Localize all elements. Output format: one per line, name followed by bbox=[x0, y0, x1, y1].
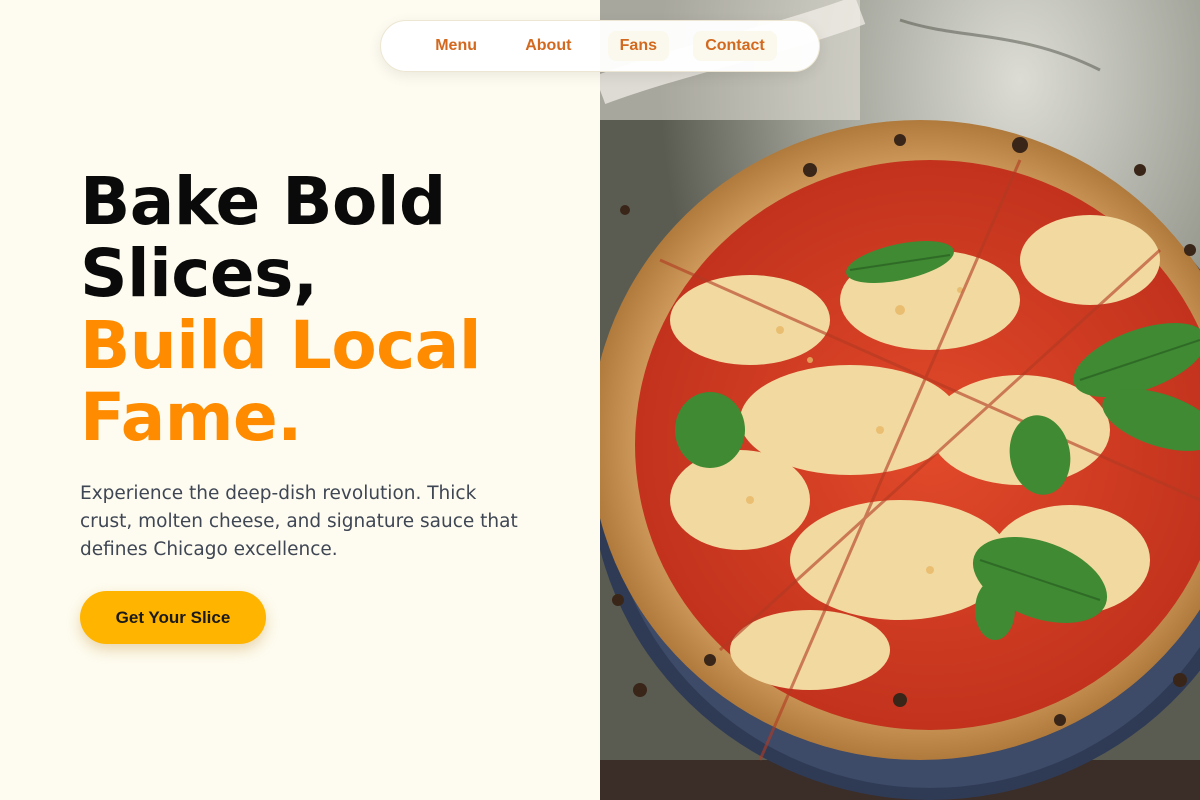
top-navigation: Menu About Fans Contact bbox=[380, 20, 820, 72]
hero-description: Experience the deep-dish revolution. Thi… bbox=[80, 483, 518, 560]
nav-link-fans[interactable]: Fans bbox=[607, 31, 669, 61]
hero-image-panel bbox=[600, 0, 1200, 800]
nav-link-contact[interactable]: Contact bbox=[693, 31, 777, 61]
hero-title: Bake Bold Slices, Build Local Fame. bbox=[80, 166, 481, 454]
hero-title-line-3: Build Local bbox=[80, 307, 481, 384]
hero-left-panel: Bake Bold Slices, Build Local Fame. Expe… bbox=[0, 0, 600, 800]
get-your-slice-button[interactable]: Get Your Slice bbox=[80, 591, 266, 644]
pizza-photo bbox=[600, 0, 1200, 800]
hero-title-line-4: Fame. bbox=[80, 379, 302, 456]
hero-title-line-2: Slices, bbox=[80, 235, 318, 312]
nav-link-menu[interactable]: Menu bbox=[423, 31, 489, 61]
nav-link-about[interactable]: About bbox=[513, 31, 583, 61]
hero-title-line-1: Bake Bold bbox=[80, 163, 446, 240]
